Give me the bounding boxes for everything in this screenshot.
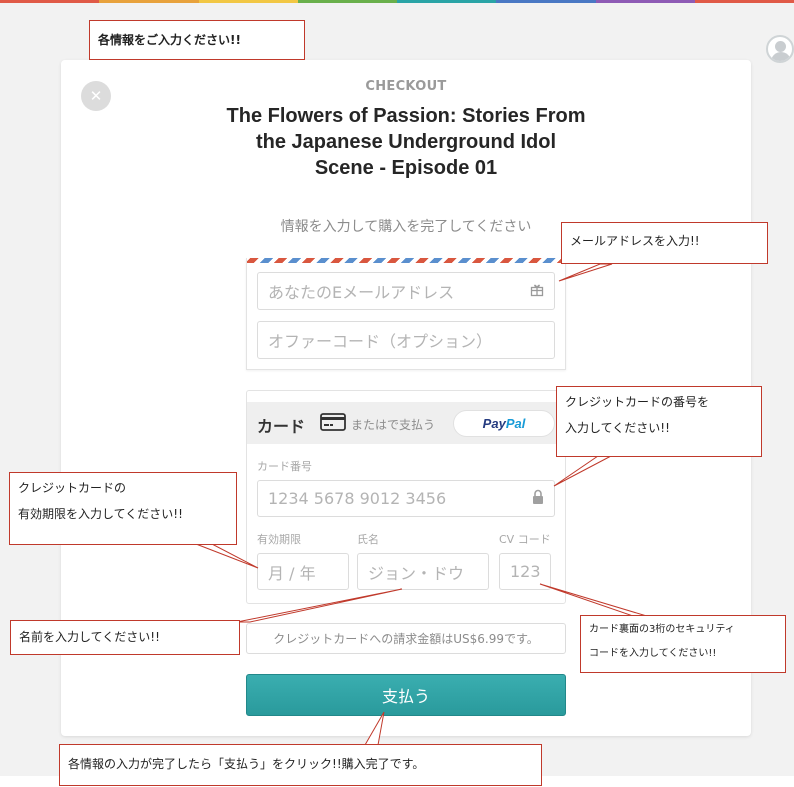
card-number-callout-pointer	[553, 455, 612, 487]
annotation-name: 名前を入力してください!!	[10, 620, 240, 655]
annotation-expiry: クレジットカードの 有効期限を入力してください!!	[9, 472, 237, 545]
expiry-callout-pointer	[195, 543, 259, 569]
cvc-callout-pointer	[539, 583, 651, 618]
annotation-pay: 各情報の入力が完了したら「支払う」をクリック!!購入完了です。	[59, 744, 542, 786]
name-callout-pointer	[236, 588, 403, 623]
annotation-email: メールアドレスを入力!!	[561, 222, 768, 264]
annotation-cvc: カード裏面の3桁のセキュリティ コードを入力してください!!	[580, 615, 786, 673]
annotation-top: 各情報をご入力ください!!	[89, 20, 305, 60]
email-callout-pointer	[558, 263, 613, 282]
annotation-card-number: クレジットカードの番号を 入力してください!!	[556, 386, 762, 457]
pay-callout-pointer	[364, 711, 385, 746]
